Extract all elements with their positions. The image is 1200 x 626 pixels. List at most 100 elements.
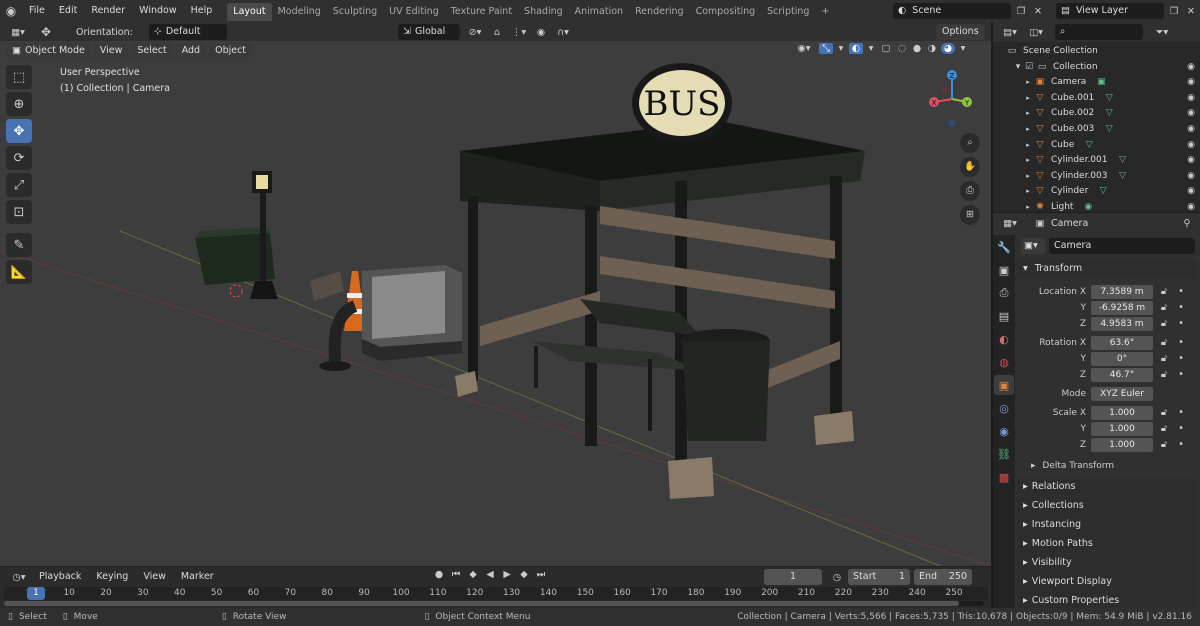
- menu-file[interactable]: File: [22, 0, 52, 22]
- measure-tool-icon[interactable]: 📐: [6, 260, 32, 284]
- outliner-item[interactable]: ▸ ▽ Cube ▽ ◉: [1005, 138, 1197, 154]
- lock-icon[interactable]: 🔓︎: [1157, 337, 1171, 348]
- gizmo-toggle-icon[interactable]: ⤡: [819, 43, 833, 54]
- pin-icon[interactable]: ⚲: [1180, 218, 1194, 229]
- mesh-data-icon[interactable]: ▽: [1102, 91, 1116, 107]
- transform-tool-icon[interactable]: ⊡: [6, 200, 32, 224]
- jump-start-icon[interactable]: ⏮: [449, 569, 463, 580]
- snap-icon[interactable]: ⌂: [490, 27, 504, 38]
- panel-relations[interactable]: ▸ Relations: [1017, 478, 1197, 496]
- prev-keyframe-icon[interactable]: ◆: [466, 569, 480, 580]
- shading-dropdown-icon[interactable]: ▾: [958, 43, 968, 54]
- blender-logo-icon[interactable]: ◉: [0, 4, 22, 18]
- camera-data-icon[interactable]: ▣: [1094, 75, 1108, 91]
- timeline-menu-keying[interactable]: Keying: [90, 569, 134, 585]
- keyframe-dot-icon[interactable]: •: [1175, 369, 1187, 380]
- tab-uv-editing[interactable]: UV Editing: [383, 3, 445, 21]
- outliner-search-input[interactable]: ⌕: [1055, 24, 1143, 40]
- expand-arrow-icon[interactable]: ▸: [1023, 169, 1033, 185]
- mesh-data-icon[interactable]: ▽: [1102, 106, 1116, 122]
- play-icon[interactable]: ▶: [500, 569, 514, 580]
- data-block-dropdown[interactable]: ▣▾: [1021, 238, 1045, 254]
- mesh-data-icon[interactable]: ▽: [1115, 153, 1129, 169]
- visibility-eye-icon[interactable]: ◉: [1185, 169, 1197, 185]
- camera-view-icon[interactable]: ⎙: [960, 181, 980, 201]
- view-layer-selector[interactable]: ▤ View Layer: [1056, 3, 1164, 19]
- keyframe-dot-icon[interactable]: •: [1175, 407, 1187, 418]
- menu-render[interactable]: Render: [84, 0, 132, 22]
- filter-icon[interactable]: ⏷▾: [1151, 27, 1173, 38]
- keyframe-dot-icon[interactable]: •: [1175, 337, 1187, 348]
- delta-transform-panel[interactable]: ▸ Delta Transform: [1031, 461, 1114, 471]
- rotation-z-field[interactable]: 46.7°: [1091, 367, 1153, 382]
- keyframe-dot-icon[interactable]: •: [1175, 439, 1187, 450]
- expand-arrow-icon[interactable]: ▸: [1023, 122, 1033, 138]
- visibility-eye-icon[interactable]: ◉: [1185, 153, 1197, 169]
- tab-sculpting[interactable]: Sculpting: [327, 3, 383, 21]
- orientation-dropdown[interactable]: ⊹ Default: [148, 24, 227, 40]
- tab-texture-paint[interactable]: Texture Paint: [445, 3, 518, 21]
- expand-arrow-icon[interactable]: ▸: [1023, 91, 1033, 107]
- solid-shading-icon[interactable]: ●: [911, 43, 923, 54]
- timeline-scrollbar[interactable]: [4, 601, 984, 606]
- visibility-icon[interactable]: ◉▾: [792, 43, 816, 54]
- display-mode-icon[interactable]: ◫▾: [1025, 27, 1047, 38]
- output-tab-icon[interactable]: ⎙: [994, 283, 1014, 303]
- mesh-data-icon[interactable]: ▽: [1096, 184, 1110, 200]
- clock-icon[interactable]: ◷: [830, 572, 844, 583]
- rotation-y-field[interactable]: 0°: [1091, 351, 1153, 366]
- material-shading-icon[interactable]: ◑: [926, 43, 938, 54]
- panel-viewport-display[interactable]: ▸ Viewport Display: [1017, 573, 1197, 591]
- outliner-item[interactable]: ▸ ▽ Cylinder.003 ▽ ◉: [1005, 169, 1197, 185]
- scale-z-field[interactable]: 1.000: [1091, 437, 1153, 452]
- expand-arrow-icon[interactable]: ▸: [1023, 138, 1033, 154]
- outliner-item[interactable]: ▸ ▽ Cube.003 ▽ ◉: [1005, 122, 1197, 138]
- zoom-icon[interactable]: ⌕: [960, 133, 980, 153]
- tab-rendering[interactable]: Rendering: [629, 3, 690, 21]
- tab-scripting[interactable]: Scripting: [761, 3, 815, 21]
- viewport-menu-view[interactable]: View: [93, 43, 129, 59]
- lock-icon[interactable]: 🔓︎: [1157, 286, 1171, 297]
- mesh-data-icon[interactable]: ▽: [1102, 122, 1116, 138]
- location-y-field[interactable]: -6.9258 m: [1091, 300, 1153, 315]
- visibility-eye-icon[interactable]: ◉: [1185, 184, 1197, 200]
- frame-ruler[interactable]: 1 10 20 30 40 50 60 70 80 90 100 110 120 130 140 150 160…: [4, 587, 988, 600]
- keyframe-dot-icon[interactable]: •: [1175, 286, 1187, 297]
- new-scene-icon[interactable]: ❐: [1014, 6, 1028, 17]
- lock-icon[interactable]: 🔓︎: [1157, 369, 1171, 380]
- gizmo-dropdown-icon[interactable]: ▾: [836, 43, 846, 54]
- lock-icon[interactable]: 🔓︎: [1157, 439, 1171, 450]
- mesh-data-icon[interactable]: ▽: [1115, 169, 1129, 185]
- viewport-menu-object[interactable]: Object: [209, 43, 253, 59]
- pivot-icon[interactable]: ⊘▾: [464, 27, 486, 38]
- snap-target-icon[interactable]: ⋮▾: [508, 27, 530, 38]
- object-name-field[interactable]: Camera: [1049, 238, 1195, 254]
- timeline-menu-playback[interactable]: Playback: [33, 569, 87, 585]
- start-frame-field[interactable]: Start 1: [848, 569, 910, 585]
- tab-compositing[interactable]: Compositing: [690, 3, 762, 21]
- visibility-eye-icon[interactable]: ◉: [1185, 106, 1197, 122]
- rotation-x-field[interactable]: 63.6°: [1091, 335, 1153, 350]
- expand-arrow-icon[interactable]: ▸: [1023, 75, 1033, 91]
- select-box-icon[interactable]: ⬚: [6, 65, 32, 89]
- visibility-eye-icon[interactable]: ◉: [1185, 91, 1197, 107]
- end-frame-field[interactable]: End 250: [914, 569, 972, 585]
- lock-icon[interactable]: 🔓︎: [1157, 353, 1171, 364]
- lock-icon[interactable]: 🔓︎: [1157, 302, 1171, 313]
- annotate-tool-icon[interactable]: ✎: [6, 233, 32, 257]
- outliner-editor-icon[interactable]: ▤▾: [999, 27, 1021, 38]
- expand-arrow-icon[interactable]: ▸: [1023, 153, 1033, 169]
- object-tab-icon[interactable]: ▣: [994, 375, 1014, 395]
- proportional-edit-icon[interactable]: ◉: [534, 27, 548, 38]
- timeline-menu-view[interactable]: View: [137, 569, 172, 585]
- delete-view-layer-icon[interactable]: ✕: [1184, 6, 1198, 17]
- scale-x-field[interactable]: 1.000: [1091, 405, 1153, 420]
- scene-selector[interactable]: ◐ Scene: [893, 3, 1011, 19]
- rendered-shading-icon[interactable]: ◕: [941, 43, 955, 54]
- mesh-data-icon[interactable]: ▽: [1082, 138, 1096, 154]
- current-frame-field[interactable]: 1: [764, 569, 822, 585]
- lock-icon[interactable]: 🔓︎: [1157, 407, 1171, 418]
- viewport-menu-add[interactable]: Add: [175, 43, 207, 59]
- menu-edit[interactable]: Edit: [52, 0, 84, 22]
- move-tool-icon[interactable]: ✥: [6, 119, 32, 143]
